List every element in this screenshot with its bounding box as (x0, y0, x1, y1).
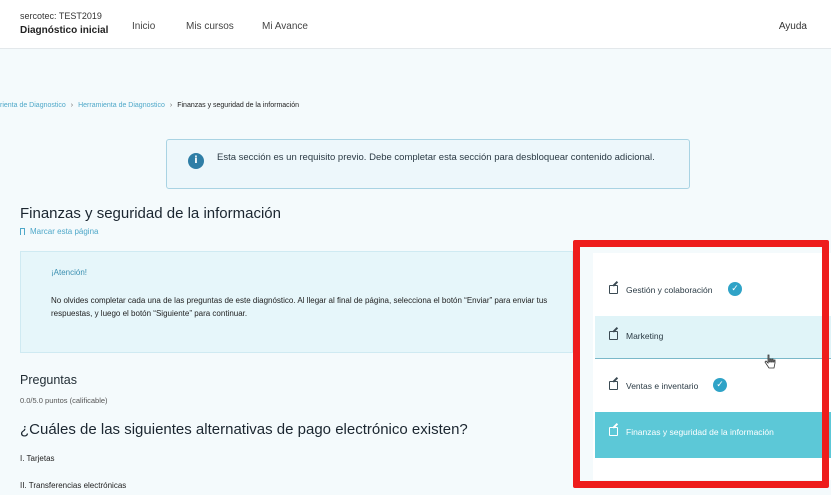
points-label: 0.0/5.0 puntos (calificable) (20, 396, 108, 405)
bookmark-icon (20, 228, 25, 235)
notice-text: Esta sección es un requisito previo. Deb… (217, 152, 655, 163)
nav-mis-cursos[interactable]: Mis cursos (186, 21, 234, 32)
top-navigation: sercotec: TEST2019 Diagnóstico inicial I… (0, 0, 831, 49)
answer-option: II. Transferencias electrónicas (20, 481, 127, 490)
answer-option: I. Tarjetas (20, 454, 55, 463)
breadcrumb-separator: › (70, 102, 74, 109)
course-org: sercotec: TEST2019 (20, 11, 102, 21)
info-icon: i (188, 153, 204, 169)
breadcrumb-separator: › (169, 102, 173, 109)
attention-title: ¡Atención! (51, 268, 88, 277)
breadcrumb-link[interactable]: rienta de Diagnostico (0, 102, 66, 109)
attention-body: No olvides completar cada una de las pre… (51, 296, 548, 318)
question-text: ¿Cuáles de las siguientes alternativas d… (20, 421, 468, 438)
prerequisite-notice: i Esta sección es un requisito previo. D… (166, 139, 690, 189)
page-title: Finanzas y seguridad de la información (20, 205, 281, 222)
bookmark-label: Marcar esta página (30, 227, 99, 236)
help-link[interactable]: Ayuda (779, 21, 807, 32)
nav-mi-avance[interactable]: Mi Avance (262, 21, 308, 32)
bookmark-link[interactable]: Marcar esta página (20, 227, 98, 236)
breadcrumb-link[interactable]: Herramienta de Diagnostico (78, 102, 165, 109)
attention-box: ¡Atención! No olvides completar cada una… (20, 251, 573, 353)
breadcrumb-current: Finanzas y seguridad de la información (177, 102, 300, 109)
highlight-frame (573, 240, 829, 488)
nav-inicio[interactable]: Inicio (132, 21, 155, 32)
course-title[interactable]: Diagnóstico inicial (20, 25, 108, 36)
breadcrumb: rienta de Diagnostico › Herramienta de Dia… (0, 102, 299, 109)
questions-heading: Preguntas (20, 373, 77, 387)
